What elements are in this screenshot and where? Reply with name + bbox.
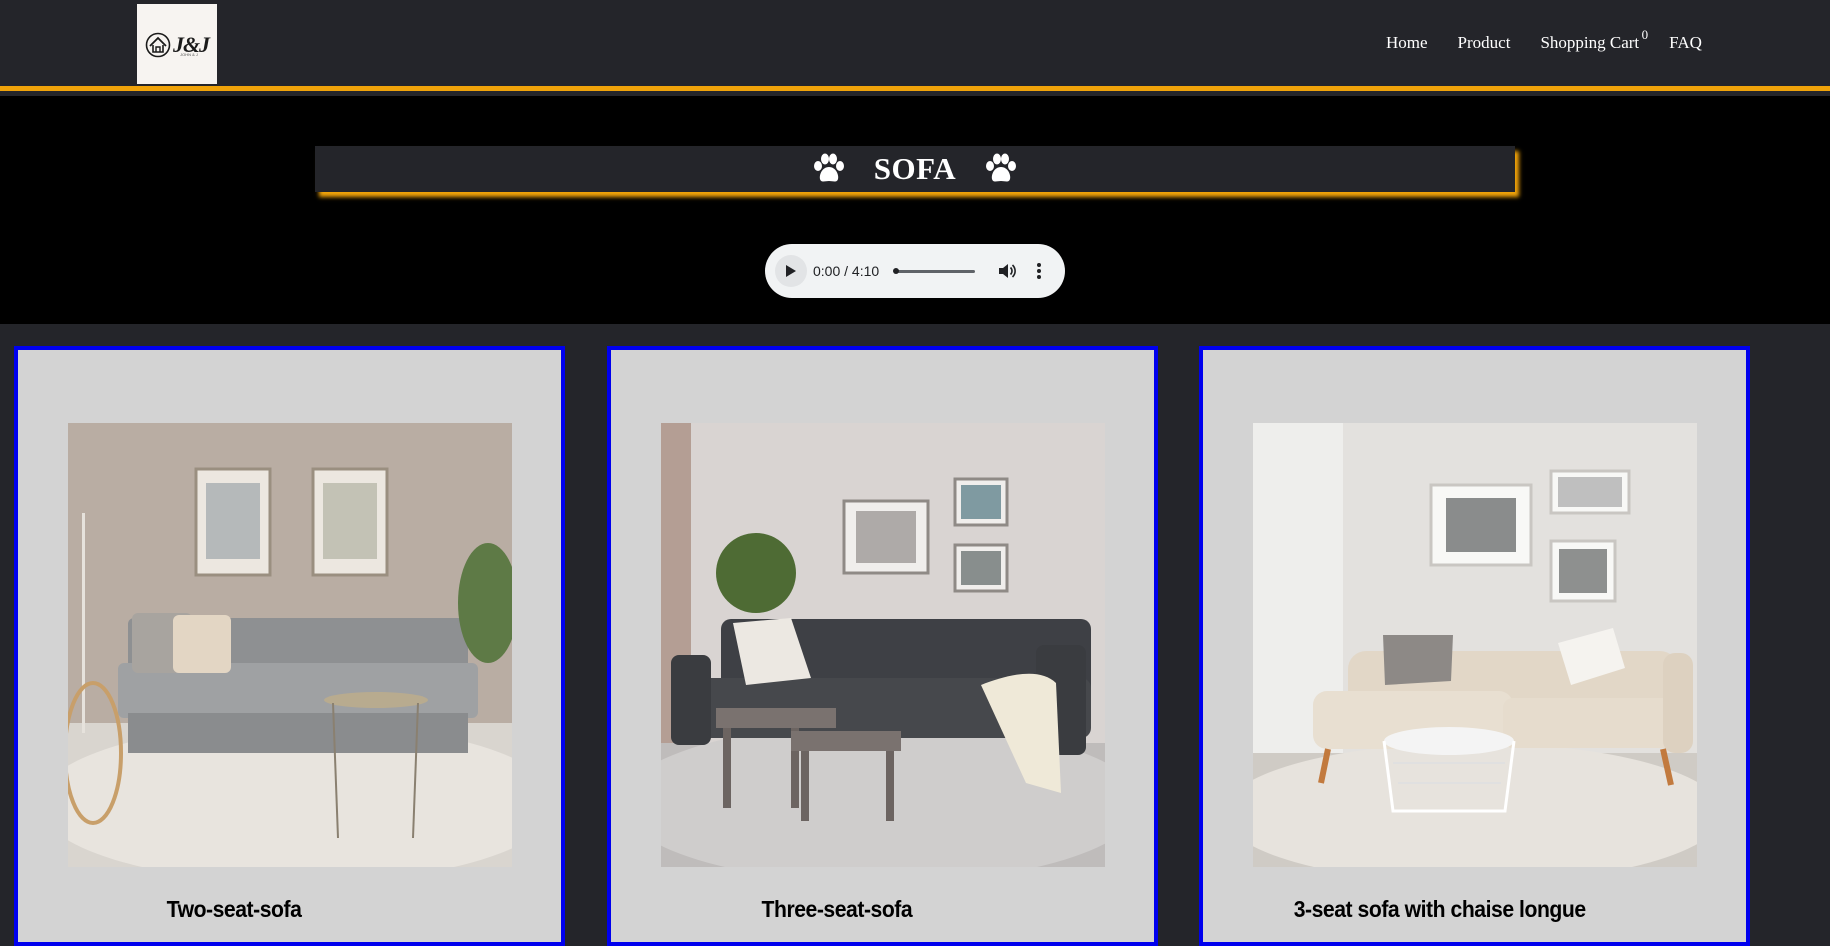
logo-subtext: JOHN & J — [180, 51, 198, 57]
play-icon — [786, 265, 796, 277]
nav-faq-link[interactable]: FAQ — [1669, 33, 1702, 53]
product-card[interactable]: Two-seat-sofa — [14, 346, 565, 946]
play-button[interactable] — [775, 255, 807, 287]
product-card[interactable]: 3-seat sofa with chaise longue — [1199, 346, 1750, 946]
site-header: J&J JOHN & J Home Product Shopping Cart … — [0, 0, 1830, 91]
paw-icon — [986, 153, 1017, 182]
main-nav: Home Product Shopping Cart 0 FAQ — [1386, 27, 1702, 53]
product-image-two-seat-sofa[interactable] — [68, 423, 512, 867]
cart-count-badge: 0 — [1641, 27, 1649, 42]
nav-product-link[interactable]: Product — [1458, 33, 1511, 53]
sofa-photo — [1253, 423, 1697, 867]
audio-time: 0:00 / 4:10 — [813, 263, 880, 279]
product-image-sofa-chaise-longue[interactable] — [1253, 423, 1697, 867]
audio-player: 0:00 / 4:10 — [765, 244, 1065, 298]
product-image-three-seat-sofa[interactable] — [661, 423, 1105, 867]
nav-cart-label: Shopping Cart — [1540, 33, 1640, 52]
sofa-photo — [68, 423, 512, 867]
nav-home-link[interactable]: Home — [1386, 33, 1428, 53]
site-logo[interactable]: J&J JOHN & J — [137, 4, 217, 84]
nav-shopping-cart-link[interactable]: Shopping Cart 0 — [1540, 27, 1648, 53]
page-title: SOFA — [873, 151, 957, 186]
house-logo-icon — [145, 32, 171, 57]
more-options-icon[interactable] — [1031, 261, 1047, 281]
paw-icon — [813, 153, 844, 182]
sofa-photo — [661, 423, 1105, 867]
page-title-bar: SOFA — [315, 146, 1515, 192]
hero-section: SOFA 0:00 / 4:10 — [0, 96, 1830, 324]
product-card[interactable]: Three-seat-sofa — [607, 346, 1158, 946]
audio-progress-slider[interactable] — [893, 267, 976, 274]
volume-icon[interactable] — [997, 261, 1017, 281]
